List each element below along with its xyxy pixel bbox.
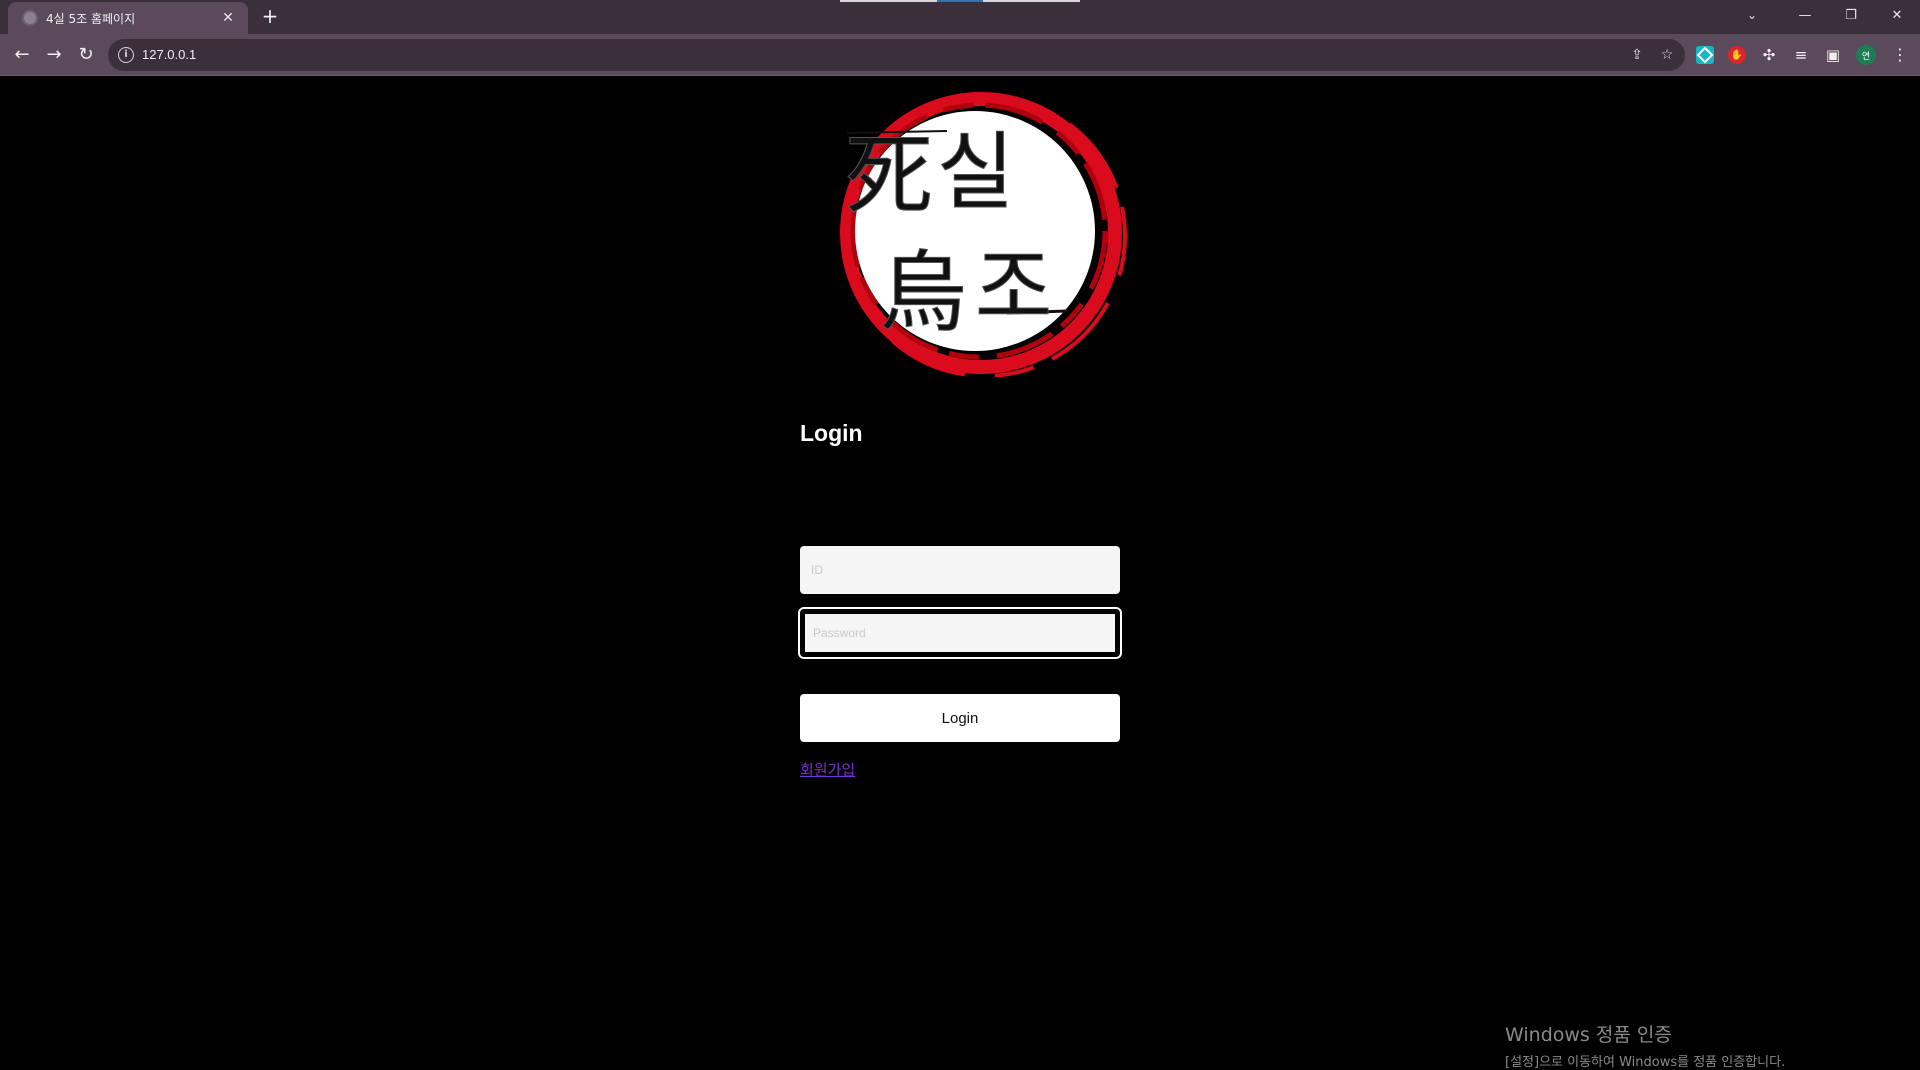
page-content: 死 실 烏 조 Login Login 회원가입 Windows 정품 인증 […: [0, 77, 1920, 1070]
window-controls: — ❐ ✕: [1782, 0, 1920, 30]
minimize-button[interactable]: —: [1782, 0, 1828, 30]
tab-search-chevron-icon[interactable]: ⌄: [1730, 0, 1774, 30]
login-button[interactable]: Login: [800, 694, 1120, 742]
team-logo: 死 실 烏 조: [840, 92, 1127, 377]
info-icon[interactable]: i: [118, 47, 134, 63]
logo-char-2: 실: [937, 123, 1014, 221]
extensions-puzzle-icon[interactable]: ✣: [1760, 46, 1778, 64]
windows-activation-watermark: Windows 정품 인증 [설정]으로 이동하여 Windows를 정품 인증…: [1505, 1020, 1785, 1070]
media-control-icon[interactable]: ≡: [1792, 46, 1810, 64]
browser-tab-bar: 4실 5조 홈페이지 ✕ + ⌄ — ❐ ✕: [0, 0, 1920, 34]
new-tab-button[interactable]: +: [258, 5, 282, 29]
watermark-title: Windows 정품 인증: [1505, 1024, 1672, 1046]
reload-icon[interactable]: ↻: [74, 43, 98, 67]
close-window-button[interactable]: ✕: [1874, 0, 1920, 30]
tab-title: 4실 5조 홈페이지: [46, 11, 136, 26]
side-panel-icon[interactable]: ▣: [1824, 46, 1842, 64]
globe-icon: [22, 10, 38, 26]
logo-char-1: 死: [845, 124, 933, 227]
forward-arrow-icon[interactable]: →: [42, 43, 66, 67]
logo-char-3: 烏: [879, 241, 967, 344]
id-input[interactable]: [800, 546, 1120, 594]
url-text[interactable]: 127.0.0.1: [142, 47, 196, 62]
extension-diamond-icon[interactable]: [1696, 46, 1714, 64]
browser-tab[interactable]: 4실 5조 홈페이지 ✕: [8, 2, 248, 34]
watermark-subtitle: [설정]으로 이동하여 Windows를 정품 인증합니다.: [1505, 1055, 1786, 1070]
address-bar[interactable]: i 127.0.0.1 ⇪ ☆: [108, 39, 1685, 71]
bookmark-star-icon[interactable]: ☆: [1657, 45, 1677, 65]
login-title: Login: [800, 420, 863, 446]
back-arrow-icon[interactable]: ←: [10, 43, 34, 67]
signup-link[interactable]: 회원가입: [800, 759, 855, 780]
password-input[interactable]: [798, 607, 1122, 659]
window-drag-strip-highlight: [937, 0, 983, 2]
restore-button[interactable]: ❐: [1828, 0, 1874, 30]
share-icon[interactable]: ⇪: [1627, 45, 1647, 65]
tab-close-icon[interactable]: ✕: [218, 10, 238, 26]
browser-toolbar: ← → ↻ i 127.0.0.1 ⇪ ☆ ✋ ✣ ≡ ▣ 연 ⋮: [0, 34, 1920, 76]
profile-avatar[interactable]: 연: [1856, 45, 1876, 65]
logo-char-4: 조: [975, 239, 1052, 337]
kebab-menu-icon[interactable]: ⋮: [1890, 43, 1910, 67]
extension-hand-icon[interactable]: ✋: [1728, 46, 1746, 64]
